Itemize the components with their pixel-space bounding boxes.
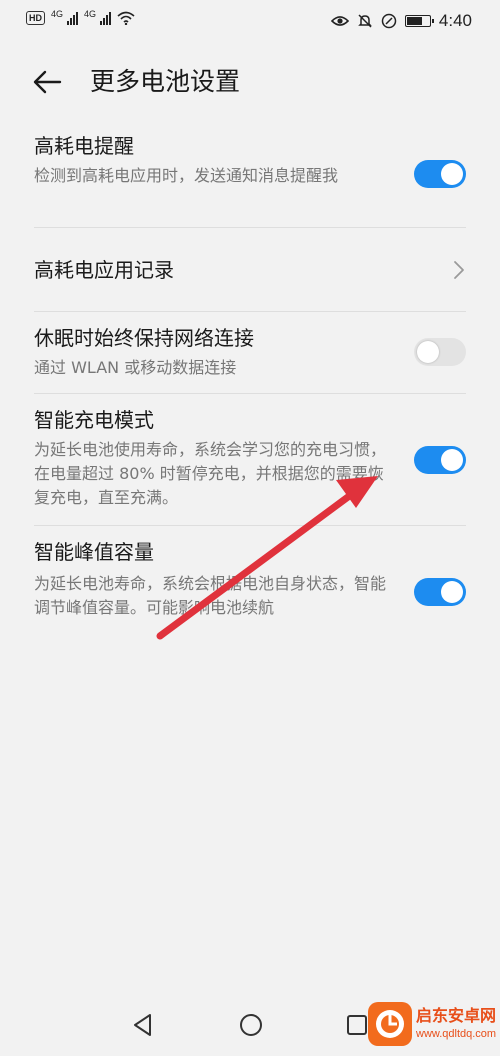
setting-title: 智能充电模式 bbox=[34, 408, 154, 432]
setting-smart-charging[interactable]: 智能充电模式 为延长电池使用寿命，系统会学习您的充电习惯，在电量超过 80% 时… bbox=[0, 394, 500, 526]
setting-description: 为延长电池寿命，系统会根据电池自身状态，智能调节峰值容量。可能影响电池续航 bbox=[34, 574, 387, 617]
nfc-icon bbox=[381, 13, 397, 29]
setting-description: 检测到高耗电应用时，发送通知消息提醒我 bbox=[34, 166, 339, 185]
setting-title: 智能峰值容量 bbox=[34, 540, 154, 564]
status-left: HD 4G 4G bbox=[26, 9, 135, 25]
status-bar: HD 4G 4G 4:40 bbox=[0, 0, 500, 44]
watermark-url: www.qdltdq.com bbox=[416, 1028, 497, 1040]
high-power-alert-toggle[interactable] bbox=[414, 160, 466, 188]
app-header: 更多电池设置 bbox=[0, 52, 500, 112]
toggle-knob bbox=[441, 163, 463, 185]
toggle-knob bbox=[441, 581, 463, 603]
setting-high-power-alert[interactable]: 高耗电提醒 检测到高耗电应用时，发送通知消息提醒我 bbox=[0, 124, 500, 228]
page-title: 更多电池设置 bbox=[90, 67, 241, 96]
watermark-name: 启东安卓网 bbox=[416, 1006, 497, 1025]
hd-badge: HD bbox=[26, 11, 45, 25]
network-type-1: 4G bbox=[51, 9, 64, 19]
setting-smart-peak-capacity[interactable]: 智能峰值容量 为延长电池寿命，系统会根据电池自身状态，智能调节峰值容量。可能影响… bbox=[0, 526, 500, 656]
network-type-2: 4G bbox=[84, 9, 97, 19]
setting-high-power-apps-record[interactable]: 高耗电应用记录 bbox=[0, 228, 500, 312]
triangle-back-icon[interactable] bbox=[128, 1010, 158, 1040]
setting-keep-network-in-sleep[interactable]: 休眠时始终保持网络连接 通过 WLAN 或移动数据连接 bbox=[0, 312, 500, 394]
signal-icon bbox=[67, 11, 79, 25]
setting-description: 通过 WLAN 或移动数据连接 bbox=[34, 358, 237, 377]
setting-title: 休眠时始终保持网络连接 bbox=[34, 326, 254, 350]
toggle-knob bbox=[441, 449, 463, 471]
smart-charging-toggle[interactable] bbox=[414, 446, 466, 474]
toggle-knob bbox=[417, 341, 439, 363]
circle-home-icon[interactable] bbox=[236, 1010, 266, 1040]
watermark: 启东安卓网 www.qdltdq.com bbox=[368, 996, 500, 1056]
status-right: 4:40 bbox=[330, 11, 472, 31]
arrow-left-icon[interactable] bbox=[30, 64, 66, 100]
smart-peak-capacity-toggle[interactable] bbox=[414, 578, 466, 606]
battery-icon bbox=[404, 15, 434, 27]
setting-title: 高耗电提醒 bbox=[34, 134, 134, 158]
setting-title: 高耗电应用记录 bbox=[34, 258, 174, 282]
battery-fill bbox=[406, 17, 422, 25]
keep-network-toggle[interactable] bbox=[414, 338, 466, 366]
mute-icon bbox=[358, 14, 372, 28]
watermark-logo-icon bbox=[368, 1002, 412, 1046]
clock: 4:40 bbox=[438, 11, 472, 30]
signal-icon bbox=[100, 11, 112, 25]
eye-comfort-icon bbox=[330, 16, 349, 26]
chevron-right-icon bbox=[454, 261, 464, 279]
setting-description: 为延长电池使用寿命，系统会学习您的充电习惯，在电量超过 80% 时暂停充电，并根… bbox=[34, 440, 387, 507]
wifi-icon bbox=[117, 11, 135, 25]
